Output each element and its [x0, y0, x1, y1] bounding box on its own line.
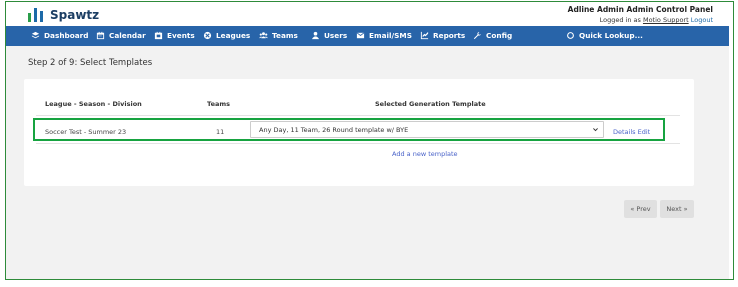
email-icon: [356, 31, 365, 40]
user-info: Adline Admin Admin Control Panel Logged …: [568, 5, 713, 24]
nav-teams-label: Teams: [272, 31, 298, 40]
logged-in-line: Logged in as Motio Support Logout: [568, 16, 713, 24]
nav-reports-label: Reports: [433, 31, 466, 40]
events-icon: [154, 31, 163, 40]
prev-button[interactable]: « Prev: [624, 200, 657, 218]
wrench-icon: [473, 31, 482, 40]
template-select-value: Any Day, 11 Team, 26 Round template w/ B…: [259, 126, 409, 134]
row-league: Soccer Test - Summer 23: [45, 128, 127, 136]
leagues-icon: [203, 31, 212, 40]
brand-name: Spawtz: [50, 8, 100, 22]
logo[interactable]: Spawtz: [28, 8, 99, 22]
page-title: Step 2 of 9: Select Templates: [28, 58, 153, 68]
panel-title: Adline Admin Admin Control Panel: [567, 5, 713, 14]
nav-leagues-label: Leagues: [216, 31, 251, 40]
header-teams: Teams: [207, 100, 231, 108]
teams-icon: [259, 31, 268, 40]
nav-events[interactable]: Events: [154, 31, 195, 40]
logo-bars-icon: [28, 8, 43, 22]
nav-email-label: Email/SMS: [369, 31, 412, 40]
nav-events-label: Events: [167, 31, 195, 40]
nav-users-label: Users: [324, 31, 348, 40]
nav-reports[interactable]: Reports: [420, 31, 465, 40]
users-icon: [311, 31, 320, 40]
search-icon: [566, 31, 575, 40]
header-divider: [36, 115, 680, 116]
edit-link[interactable]: Edit: [638, 128, 651, 136]
header-league: League - Season - Division: [45, 100, 142, 108]
main-content: Step 2 of 9: Select Templates League - S…: [6, 46, 729, 279]
row-teams: 11: [216, 128, 225, 136]
templates-card: League - Season - Division Teams Selecte…: [24, 79, 694, 186]
calendar-icon: [96, 31, 105, 40]
nav-leagues[interactable]: Leagues: [203, 31, 250, 40]
logout-link[interactable]: Logout: [691, 16, 713, 24]
nav-config[interactable]: Config: [473, 31, 512, 40]
row-actions: Details Edit: [613, 128, 650, 136]
nav-dashboard-label: Dashboard: [44, 31, 89, 40]
quick-lookup[interactable]: Quick Lookup...: [566, 31, 643, 40]
header-template: Selected Generation Template: [375, 100, 486, 108]
nav-users[interactable]: Users: [311, 31, 347, 40]
row-divider: [36, 143, 680, 144]
logged-in-user[interactable]: Motio Support: [643, 16, 689, 24]
quick-lookup-label: Quick Lookup...: [579, 31, 643, 40]
chevron-down-icon: [593, 128, 598, 132]
nav-calendar[interactable]: Calendar: [96, 31, 146, 40]
dashboard-icon: [31, 31, 40, 40]
nav-calendar-label: Calendar: [109, 31, 146, 40]
reports-icon: [420, 31, 429, 40]
details-link[interactable]: Details: [613, 128, 636, 136]
add-template-link[interactable]: Add a new template: [392, 150, 458, 158]
logged-in-prefix: Logged in as: [599, 16, 641, 24]
nav-teams[interactable]: Teams: [259, 31, 298, 40]
header: Spawtz Adline Admin Admin Control Panel …: [6, 2, 733, 26]
main-navbar: Dashboard Calendar Events Leagues Teams …: [6, 26, 729, 46]
nav-email-sms[interactable]: Email/SMS: [356, 31, 412, 40]
template-select[interactable]: Any Day, 11 Team, 26 Round template w/ B…: [250, 121, 604, 138]
nav-config-label: Config: [486, 31, 513, 40]
nav-dashboard[interactable]: Dashboard: [31, 31, 89, 40]
next-button[interactable]: Next »: [660, 200, 694, 218]
